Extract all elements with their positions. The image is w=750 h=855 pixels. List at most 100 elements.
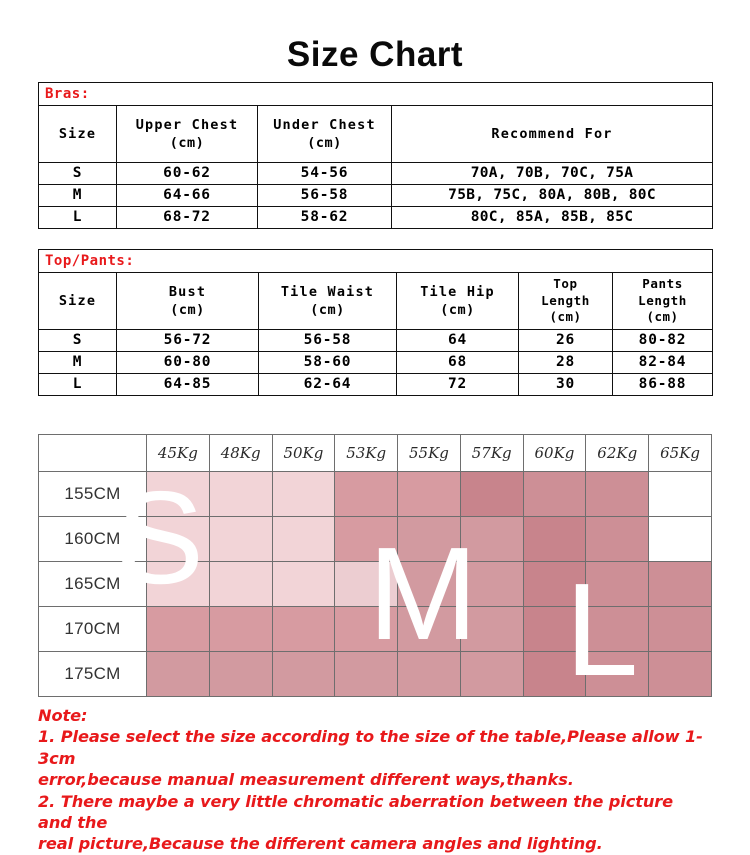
note-line-1: 1. Please select the size according to t…: [38, 727, 703, 768]
heatmap-cell-2-0: [146, 561, 210, 607]
bras-row-0-under-chest: 54-56: [257, 162, 392, 185]
top-pants-section-row: Top/Pants:: [37, 249, 714, 273]
heatmap-cell-0-6: [522, 471, 587, 517]
bras-section-row: Bras:: [37, 82, 714, 106]
top-pants-header-bust-text: Bust: [168, 283, 207, 300]
heatmap-cell-4-5: [459, 651, 524, 697]
heatmap-weight-label-6: 60Kg: [522, 434, 587, 472]
top-pants-header-top-length-unit: (cm): [549, 309, 582, 325]
table-row: L 64-85 62-64 72 30 86-88: [38, 373, 714, 396]
top-pants-row-0-top-length: 26: [518, 329, 613, 352]
heatmap-cell-2-1: [208, 561, 273, 607]
heatmap-cell-4-2: [271, 651, 336, 697]
bras-row-2-under-chest: 58-62: [257, 206, 392, 229]
heatmap-cell-2-8: [648, 561, 712, 607]
heatmap-cell-4-7: [585, 651, 650, 697]
heatmap-row: 175CM: [38, 651, 712, 697]
top-pants-header-pants-length: Pants Length (cm): [611, 272, 714, 330]
top-pants-table-wrapper: Top/Pants: Size Bust (cm) Tile Waist (cm…: [37, 249, 714, 396]
top-pants-header-size: Size: [38, 272, 117, 330]
size-heatmap: 45Kg 48Kg 50Kg 53Kg 55Kg 57Kg 60Kg 62Kg 65Kg 155C…: [38, 434, 712, 697]
heatmap-cell-3-2: [271, 606, 336, 652]
bras-row-1-recommend: 75B, 75C, 80A, 80B, 80C: [390, 184, 714, 207]
heatmap-height-label-1: 160CM: [38, 516, 147, 562]
heatmap-cell-2-7: [585, 561, 650, 607]
note-line-3: 2. There maybe a very little chromatic a…: [38, 791, 674, 832]
heatmap-cell-0-2: [271, 471, 336, 517]
top-pants-row-2-pants-length: 86-88: [611, 373, 714, 396]
heatmap-weight-label-7: 62Kg: [585, 434, 650, 472]
top-pants-header-tile-waist-unit: (cm): [310, 302, 345, 318]
top-pants-row-0-size: S: [38, 329, 117, 352]
bras-row-2-recommend: 80C, 85A, 85B, 85C: [390, 206, 714, 229]
bras-header-size: Size: [38, 105, 117, 163]
table-row: S 60-62 54-56 70A, 70B, 70C, 75A: [38, 162, 714, 185]
bras-table-wrapper: Bras: Size Upper Chest (cm) Under Chest …: [37, 82, 714, 229]
top-pants-header-top-length: Top Length (cm): [518, 272, 613, 330]
top-pants-row-0-pants-length: 80-82: [611, 329, 714, 352]
bras-row-0-recommend: 70A, 70B, 70C, 75A: [390, 162, 714, 185]
heatmap-cell-4-1: [208, 651, 273, 697]
heatmap-cell-0-0: [146, 471, 210, 517]
top-pants-row-0-bust: 56-72: [116, 329, 259, 352]
heatmap-cell-4-4: [397, 651, 461, 697]
note-line-4: real picture,Because the different camer…: [38, 834, 603, 854]
top-pants-header-tile-waist: Tile Waist (cm): [258, 272, 397, 330]
top-pants-row-0-tile-waist: 56-58: [258, 329, 397, 352]
heatmap-cell-2-4: [397, 561, 461, 607]
heatmap-height-label-0: 155CM: [38, 471, 147, 517]
heatmap-cell-1-0: [146, 516, 210, 562]
top-pants-header-tile-hip-text: Tile Hip: [420, 283, 495, 300]
note-line-2: error,because manual measurement differe…: [38, 770, 574, 790]
heatmap-weight-label-0: 45Kg: [146, 434, 210, 472]
heatmap-height-label-3: 170CM: [38, 606, 147, 652]
top-pants-row-1-top-length: 28: [518, 351, 613, 374]
heatmap-cell-0-4: [397, 471, 461, 517]
top-pants-row-2-tile-waist: 62-64: [258, 373, 397, 396]
bras-header-upper-chest-text: Upper Chest: [135, 116, 239, 133]
heatmap-cell-1-2: [271, 516, 336, 562]
heatmap-row: 170CM: [38, 606, 712, 652]
bras-header-upper-chest: Upper Chest (cm): [116, 105, 258, 163]
top-pants-row-1-bust: 60-80: [116, 351, 259, 374]
heatmap-cell-0-8: [648, 471, 712, 517]
note-block: Note: 1. Please select the size accordin…: [38, 705, 712, 855]
heatmap-weight-label-4: 55Kg: [397, 434, 461, 472]
heatmap-cell-0-7: [585, 471, 650, 517]
heatmap-weight-label-3: 53Kg: [334, 434, 399, 472]
top-pants-row-2-tile-hip: 72: [396, 373, 519, 396]
page-title: Size Chart: [286, 35, 464, 74]
bras-header-under-chest-text: Under Chest: [273, 116, 376, 133]
heatmap-cell-3-1: [208, 606, 273, 652]
heatmap-cell-2-3: [334, 561, 399, 607]
top-pants-row-1-tile-waist: 58-60: [258, 351, 397, 374]
size-chart-page: Size Chart Bras: Size Upper Chest (cm) U…: [0, 0, 750, 853]
heatmap-cell-3-0: [146, 606, 210, 652]
bras-header-upper-chest-unit: (cm): [169, 135, 205, 151]
heatmap-cell-1-8: [648, 516, 712, 562]
top-pants-header-bust-unit: (cm): [170, 302, 205, 318]
top-pants-header-row: Size Bust (cm) Tile Waist (cm) Tile Hip …: [38, 272, 714, 330]
heatmap-cell-3-5: [459, 606, 524, 652]
heatmap-height-label-2: 165CM: [38, 561, 147, 607]
top-pants-header-top-length-line2: Length: [541, 292, 590, 308]
heatmap-cell-3-3: [334, 606, 399, 652]
heatmap-cell-0-1: [208, 471, 273, 517]
table-spacer: [0, 229, 750, 249]
top-pants-row-1-pants-length: 82-84: [611, 351, 714, 374]
heatmap-cell-1-4: [397, 516, 461, 562]
bras-row-1-under-chest: 56-58: [257, 184, 392, 207]
top-pants-header-pants-length-line1: Pants: [642, 275, 683, 291]
bras-table: Bras: Size Upper Chest (cm) Under Chest …: [37, 82, 714, 229]
top-pants-header-tile-hip-unit: (cm): [440, 302, 475, 318]
heatmap-row: 155CM: [38, 471, 712, 517]
top-pants-header-top-length-line1: Top: [553, 275, 578, 291]
size-heatmap-wrapper: 45Kg 48Kg 50Kg 53Kg 55Kg 57Kg 60Kg 62Kg 65Kg 155C…: [38, 434, 712, 697]
heatmap-cell-0-3: [334, 471, 399, 517]
heatmap-cell-4-6: [522, 651, 587, 697]
top-pants-row-1-size: M: [38, 351, 117, 374]
heatmap-row: 165CM: [38, 561, 712, 607]
heatmap-cell-2-2: [271, 561, 336, 607]
heatmap-cell-2-6: [522, 561, 587, 607]
top-pants-header-pants-length-unit: (cm): [646, 309, 679, 325]
